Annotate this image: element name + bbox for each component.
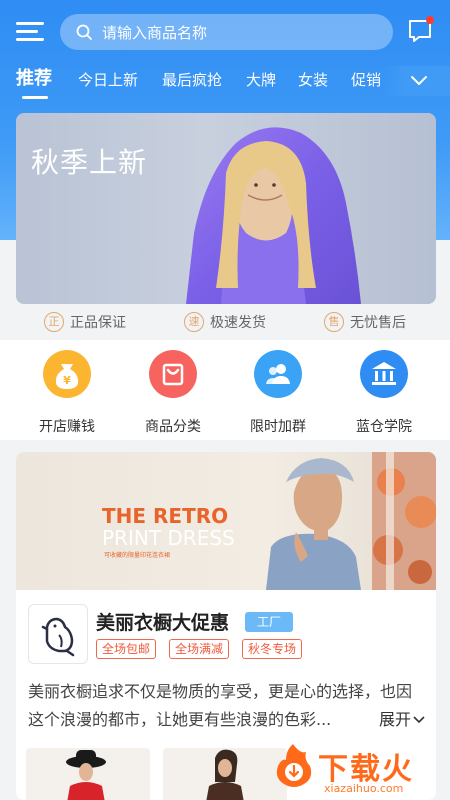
banner-pagination	[223, 294, 257, 304]
guarantee-label: 无忧售后	[350, 315, 406, 331]
shop-logo[interactable]	[28, 604, 88, 664]
promo-banner[interactable]: 秋季上新	[16, 113, 436, 304]
tag-discount: 全场满减	[169, 639, 230, 659]
chevron-down-icon[interactable]	[409, 70, 429, 90]
notification-dot	[426, 16, 434, 24]
bird-logo-icon	[41, 617, 75, 657]
money-bag-icon: ¥	[43, 350, 91, 398]
banner-headline-line1: THE RETRO	[102, 504, 229, 528]
top-bar: 请输入商品名称	[0, 12, 450, 52]
feature-academy[interactable]: 蓝仓学院	[338, 350, 428, 435]
feature-label: 商品分类	[145, 419, 201, 435]
banner-subline: 可收藏的限量印花连衣裙	[104, 552, 171, 559]
tab-promotion[interactable]: 促销	[351, 66, 381, 94]
search-icon	[76, 24, 92, 40]
academy-building-icon	[360, 350, 408, 398]
search-placeholder: 请输入商品名称	[102, 24, 208, 42]
tab-last-rush[interactable]: 最后疯抢	[162, 66, 222, 94]
product-thumbnail[interactable]	[26, 748, 150, 800]
banner-title: 秋季上新	[31, 146, 148, 179]
feature-join-group[interactable]: 限时加群	[232, 350, 322, 435]
flame-logo-icon	[276, 744, 312, 787]
watermark-url: xiazaihuo.com	[324, 782, 404, 795]
shop-description: 美丽衣橱追求不仅是物质的享受，更是心的选择，也因这个浪漫的都市，让她更有些浪漫的…	[28, 682, 413, 729]
watermark: 下载火 xiazaihuo.com	[266, 738, 450, 800]
feature-categories[interactable]: 商品分类	[127, 350, 217, 435]
feature-shortcuts: ¥ 开店赚钱 商品分类 限时加群 蓝仓学院	[0, 340, 450, 440]
feature-label: 限时加群	[250, 419, 306, 435]
feature-open-store[interactable]: ¥ 开店赚钱	[21, 350, 111, 435]
svg-text:¥: ¥	[63, 374, 71, 387]
tab-womens[interactable]: 女装	[298, 66, 328, 94]
banner-headline-line2: PRINT DRESS	[102, 526, 235, 550]
tab-big-brand[interactable]: 大牌	[246, 66, 276, 94]
product-photo	[66, 750, 106, 800]
active-tab-indicator	[22, 96, 48, 99]
search-input[interactable]: 请输入商品名称	[60, 14, 393, 50]
shop-name[interactable]: 美丽衣橱大促惠	[96, 608, 229, 635]
after-sales-icon: 售	[324, 312, 344, 332]
expand-label: 展开	[379, 710, 412, 729]
service-guarantees: 正 正品保证 速 极速发货 售 无忧售后	[0, 310, 450, 334]
tag-autumn-winter: 秋冬专场	[242, 639, 303, 659]
tag-free-shipping: 全场包邮	[96, 639, 157, 659]
guarantee-label: 极速发货	[210, 315, 266, 331]
feature-label: 开店赚钱	[39, 419, 95, 435]
feature-label: 蓝仓学院	[356, 419, 412, 435]
guarantee-label: 正品保证	[70, 315, 126, 331]
fast-shipping-icon: 速	[184, 312, 204, 332]
group-users-icon	[254, 350, 302, 398]
shopping-bag-icon	[149, 350, 197, 398]
chevron-down-icon	[413, 716, 425, 724]
factory-badge: 工厂	[245, 612, 293, 632]
category-tabs: 推荐 今日上新 最后疯抢 大牌 女装 促销	[0, 66, 450, 102]
authentic-icon: 正	[44, 312, 64, 332]
tab-recommend[interactable]: 推荐	[16, 66, 52, 92]
tab-today-new[interactable]: 今日上新	[78, 66, 138, 94]
shop-banner[interactable]: THE RETRO PRINT DRESS 可收藏的限量印花连衣裙	[16, 452, 436, 590]
expand-button[interactable]: 展开	[375, 706, 426, 730]
hamburger-menu-icon[interactable]	[16, 20, 44, 44]
